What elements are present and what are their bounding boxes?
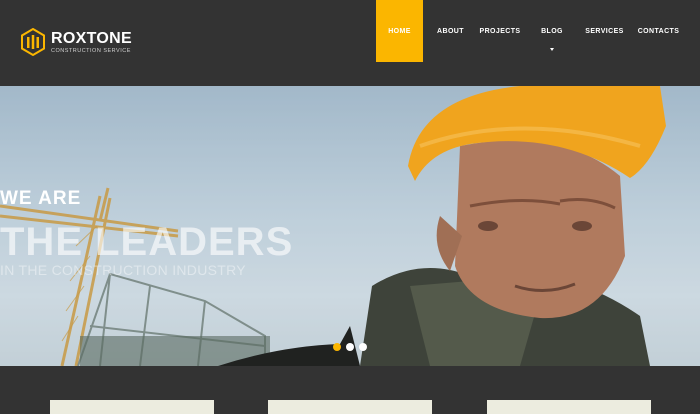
nav-item-home[interactable]: HOME — [376, 0, 423, 62]
nav-item-label: PROJECTS — [479, 27, 521, 35]
logo[interactable]: ROXTONE CONSTRUCTION SERVICE — [21, 28, 132, 56]
feature-card[interactable] — [50, 400, 214, 414]
nav-item-label: SERVICES — [585, 27, 624, 35]
hero-subheadline: IN THE CONSTRUCTION INDUSTRY — [0, 262, 246, 278]
nav-item-label: HOME — [388, 27, 411, 35]
slider-pagination — [333, 343, 367, 351]
features-section — [0, 366, 700, 414]
brand-name: ROXTONE — [51, 29, 132, 47]
nav-item-label: ABOUT — [437, 27, 464, 35]
nav-item-services[interactable]: SERVICES — [582, 0, 627, 62]
hexagon-logo-icon — [21, 28, 45, 56]
slider-dot[interactable] — [333, 343, 341, 351]
feature-card[interactable] — [487, 400, 651, 414]
nav-item-blog[interactable]: BLOG — [522, 0, 582, 62]
slider-dot[interactable] — [346, 343, 354, 351]
chevron-down-icon — [550, 48, 554, 51]
site-header: ROXTONE CONSTRUCTION SERVICE HOME ABOUT … — [0, 0, 700, 86]
hero-slider: WE ARE THE LEADERS IN THE CONSTRUCTION I… — [0, 86, 700, 366]
brand-tagline: CONSTRUCTION SERVICE — [51, 47, 131, 54]
hero-headline-large: THE LEADERS — [0, 220, 294, 264]
nav-item-label: CONTACTS — [637, 27, 680, 35]
slider-dot[interactable] — [359, 343, 367, 351]
main-nav: HOME ABOUT PROJECTS BLOG SERVICES CONTAC… — [376, 0, 690, 62]
nav-item-about[interactable]: ABOUT — [423, 0, 478, 62]
nav-item-contacts[interactable]: CONTACTS — [627, 0, 690, 62]
hero-headline-small: WE ARE — [0, 188, 82, 209]
nav-item-projects[interactable]: PROJECTS — [478, 0, 522, 62]
feature-card[interactable] — [268, 400, 432, 414]
nav-item-label: BLOG — [541, 27, 563, 35]
